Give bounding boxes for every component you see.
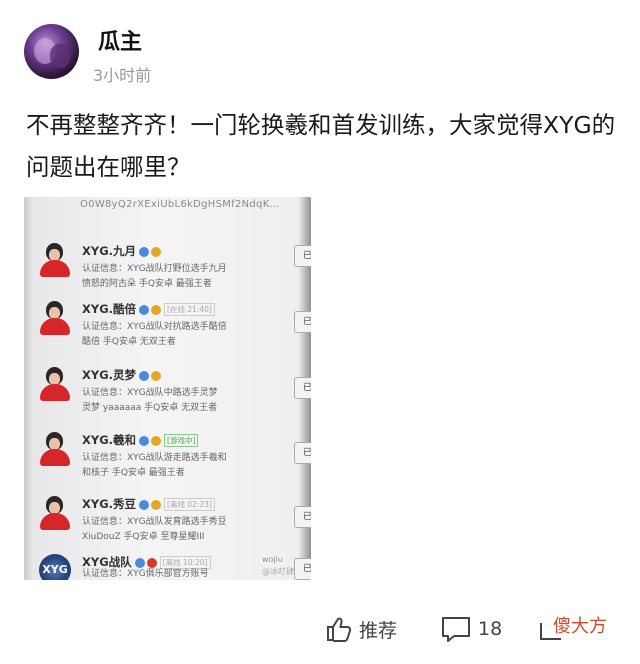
vip-icon [151, 304, 162, 315]
account-info: 愤怒的阿古朵 手Q安卓 最强王者 [82, 279, 212, 289]
player-photo [39, 496, 71, 530]
comment-count: 18 [478, 618, 503, 640]
account-name-text: XYG.秀豆 [82, 497, 137, 511]
vip-icon [151, 435, 162, 446]
follow-button: 已关注 [294, 506, 311, 528]
account-row: XYG.灵梦 认证信息：XYG战队中路选手灵梦 灵梦 yaaaaaa 手Q安卓 … [24, 357, 311, 417]
account-info: 灵梦 yaaaaaa 手Q安卓 无双王者 [82, 403, 218, 413]
account-row: XYG.秀豆 [离线 02:23] 认证信息：XYG战队发育路选手秀豆 XiuDo… [24, 486, 311, 546]
follow-button: 已关 [294, 245, 311, 267]
post-time: 3小时前 [93, 66, 152, 85]
player-photo [39, 367, 71, 401]
account-name-text: XYG.羲和 [82, 433, 137, 447]
verified-icon [139, 246, 150, 257]
player-photo [39, 243, 71, 277]
post-image[interactable]: O0W8yQ2rXExiUbL6kDgHSMf2NdqK... XYG.九月 认… [24, 197, 311, 580]
image-code-line: O0W8yQ2rXExiUbL6kDgHSMf2NdqK... [80, 199, 280, 210]
account-info: 认证信息：XYG战队中路选手灵梦 [82, 388, 218, 398]
account-name: XYG.酷倍 [在线 21:40] [82, 301, 215, 317]
verified-icon [139, 499, 150, 510]
follow-button: 已关注 [294, 377, 311, 399]
vip-icon [151, 246, 162, 257]
account-info: 认证信息：XYG战队对抗路选手酷倍 [82, 322, 227, 332]
avatar-figure [50, 44, 70, 68]
brand-watermark: 傻大方 [553, 616, 607, 637]
account-info: XiuDouZ 手Q安卓 至尊星耀III [82, 532, 205, 542]
account-name: XYG.九月 [82, 243, 162, 259]
account-info: 酷倍 手Q安卓 无双王者 [82, 337, 176, 347]
account-info: 认证信息：XYG战队游走路选手羲和 [82, 453, 227, 463]
online-status: [在线 21:40] [164, 303, 215, 316]
account-name-text: XYG.九月 [82, 244, 137, 258]
account-info: 和核子 手Q安卓 最强王者 [82, 468, 185, 478]
account-name-text: XYG.酷倍 [82, 302, 137, 316]
thumbs-up-icon [325, 615, 353, 643]
account-row: XYG.羲和 [游戏中] 认证信息：XYG战队游走路选手羲和 和核子 手Q安卓 最… [24, 422, 311, 482]
account-info: 认证信息：XYG战队打野位选手九月 [82, 264, 227, 274]
comment-icon [440, 615, 472, 643]
verified-icon [139, 370, 150, 381]
verified-icon [139, 304, 150, 315]
image-watermark: @冰叮肆 [262, 567, 294, 576]
username[interactable]: 瓜主 [98, 24, 142, 56]
account-name: XYG.灵梦 [82, 367, 162, 383]
vip-icon [151, 370, 162, 381]
player-photo [39, 432, 71, 466]
online-status: [游戏中] [164, 434, 199, 447]
account-name: XYG.秀豆 [离线 02:23] [82, 496, 215, 512]
verified-icon [139, 435, 150, 446]
account-name: XYG.羲和 [游戏中] [82, 432, 199, 448]
account-row: XYG.九月 认证信息：XYG战队打野位选手九月 愤怒的阿古朵 手Q安卓 最强王… [24, 233, 311, 293]
team-logo: XYG [39, 554, 71, 580]
follow-button: 已关注 [294, 442, 311, 464]
avatar[interactable] [24, 24, 79, 79]
account-row: XYG.酷倍 [在线 21:40] 认证信息：XYG战队对抗路选手酷倍 酷倍 手Q… [24, 291, 311, 351]
follow-button: 已关注 [294, 311, 311, 333]
recommend-button[interactable]: 推荐 [325, 612, 397, 646]
image-watermark: wojiu [260, 555, 285, 564]
online-status: [离线 02:23] [164, 498, 215, 511]
account-name-text: XYG.灵梦 [82, 368, 137, 382]
recommend-label: 推荐 [359, 619, 398, 642]
follow-button: 已关注 [294, 558, 311, 580]
post-text: 不再整整齐齐！一门轮换羲和首发训练，大家觉得XYG的问题出在哪里？ [26, 111, 616, 181]
account-info: 认证信息：XYG俱乐部官方账号 [82, 569, 209, 579]
player-photo [39, 301, 71, 335]
account-info: 认证信息：XYG战队发育路选手秀豆 [82, 517, 227, 527]
vip-icon [151, 499, 162, 510]
comment-button[interactable]: 18 [440, 612, 502, 646]
